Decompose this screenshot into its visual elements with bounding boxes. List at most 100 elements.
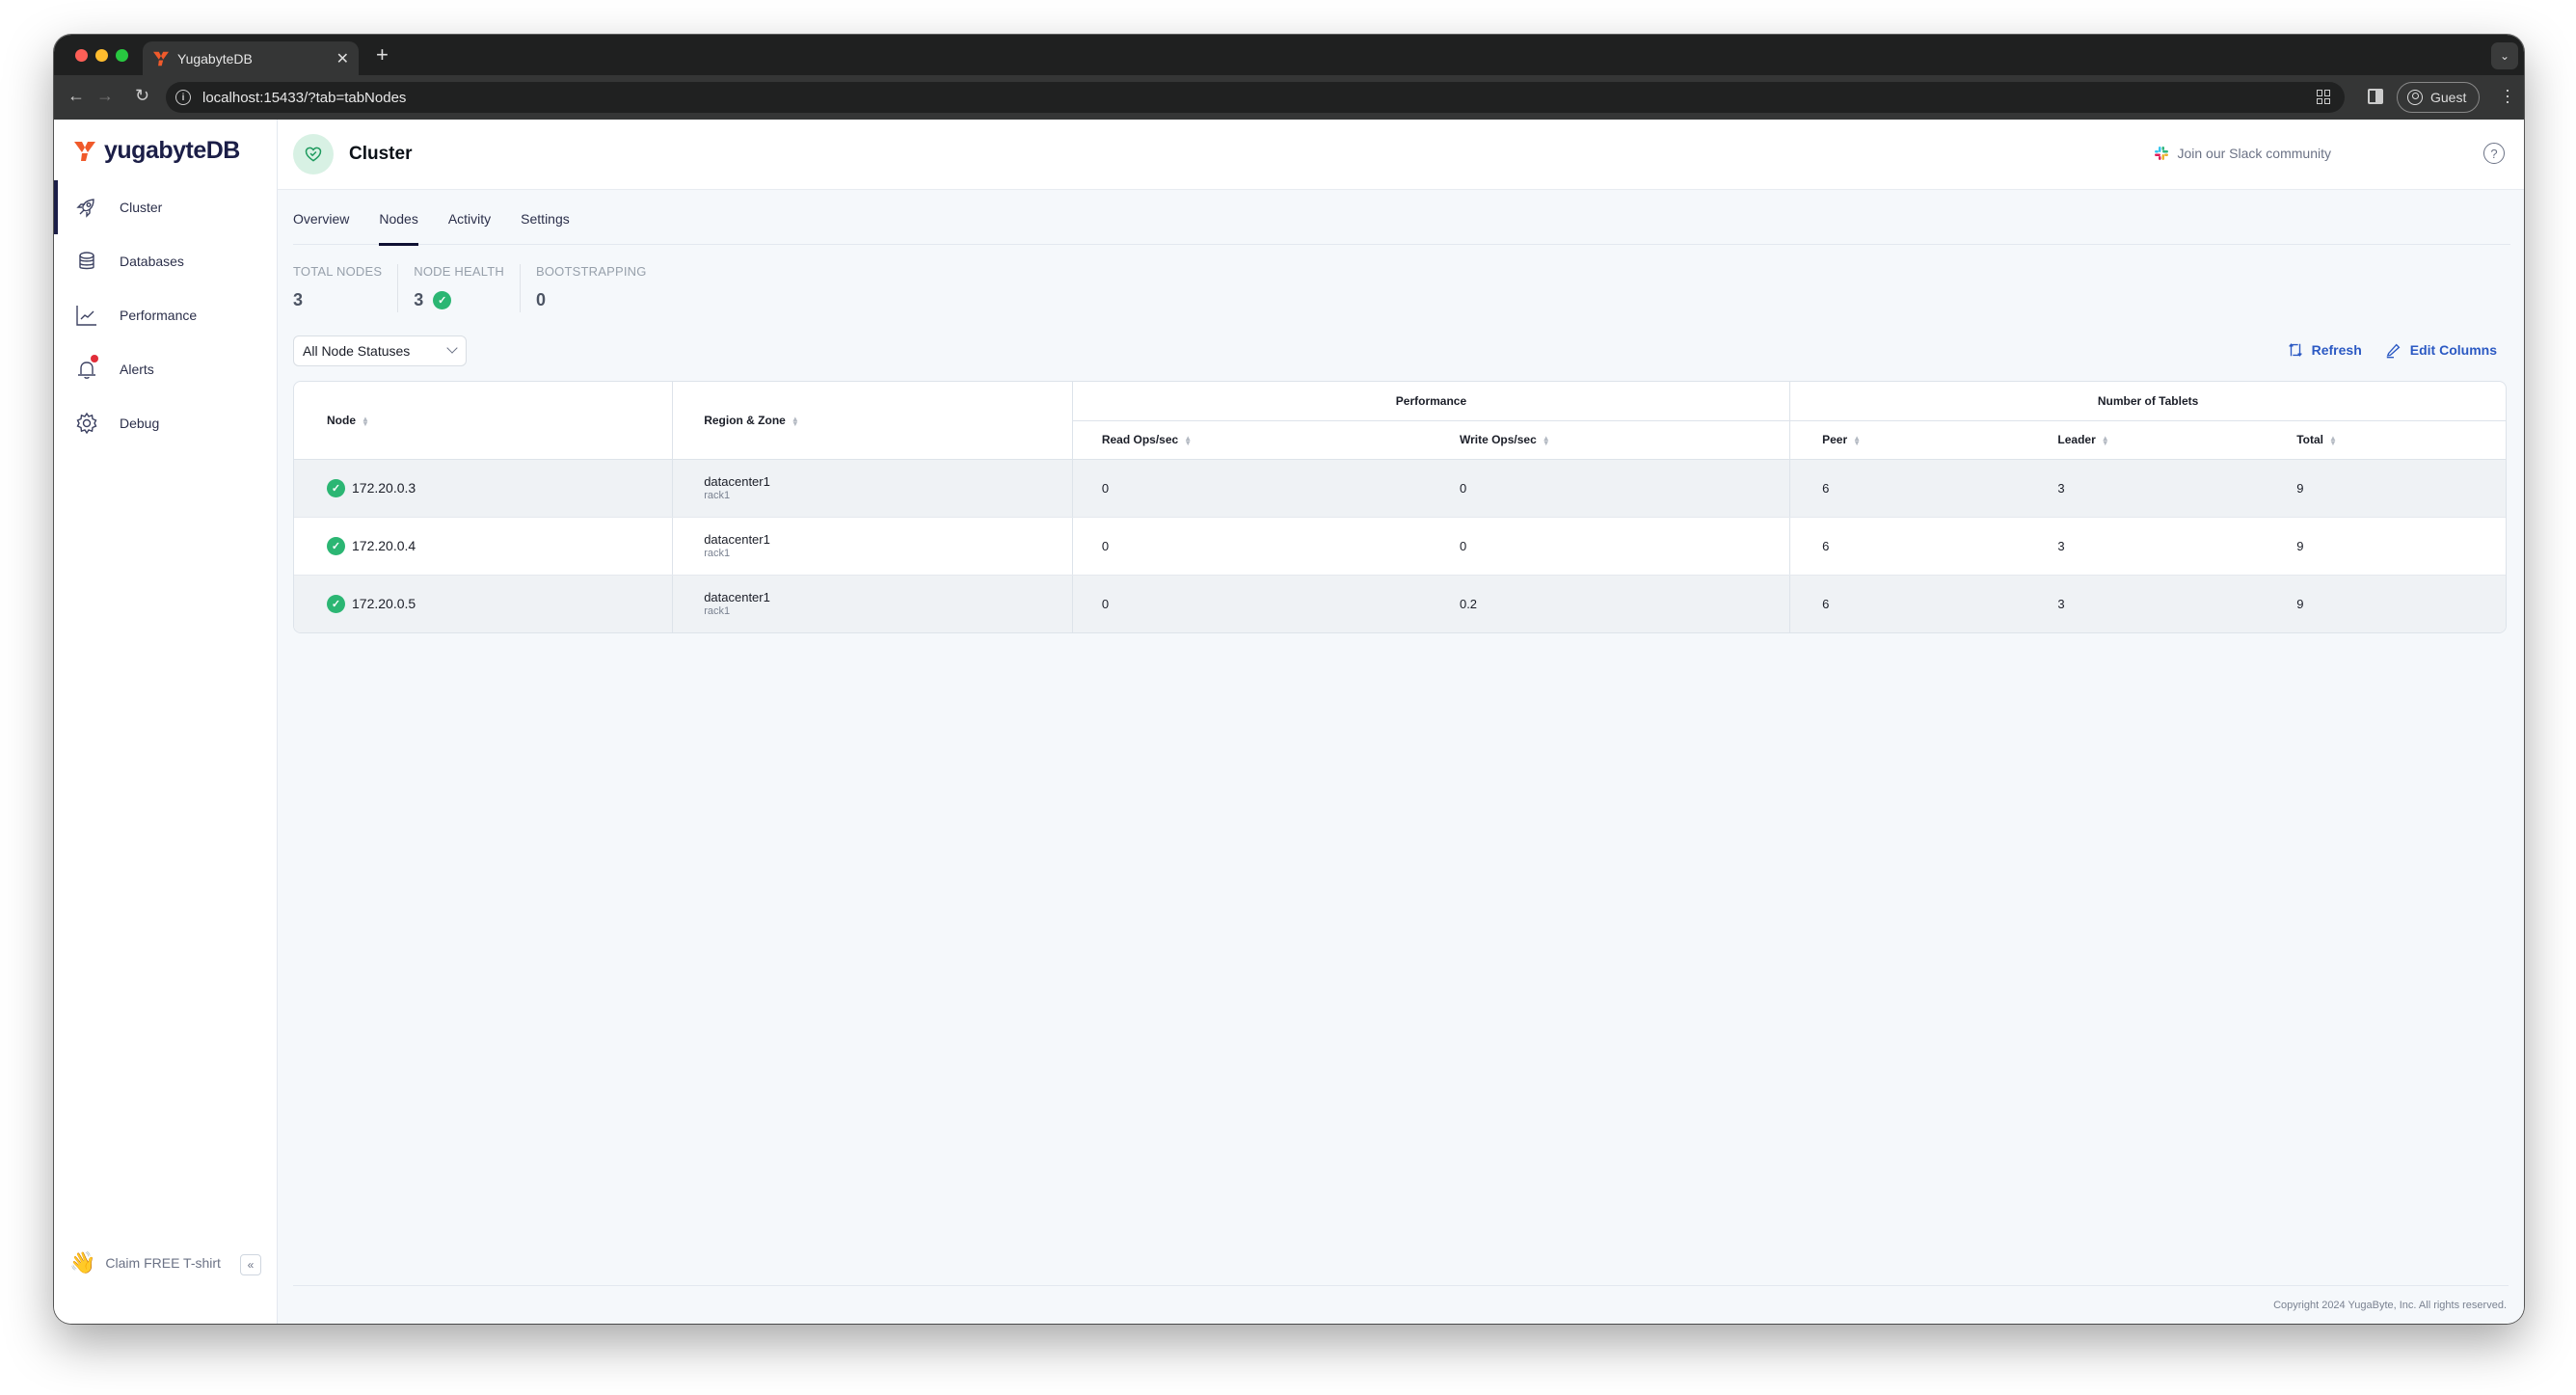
new-tab-button[interactable]: + xyxy=(376,42,389,67)
stat-node-health: NODE HEALTH 3 ✓ xyxy=(414,264,521,312)
column-header-region[interactable]: Region & Zone ▲ ▼ xyxy=(672,382,1073,460)
help-icon[interactable]: ? xyxy=(2483,143,2505,164)
alert-badge xyxy=(91,355,98,362)
column-header-label: Read Ops/sec xyxy=(1101,433,1179,446)
refresh-button[interactable]: Refresh xyxy=(2287,341,2362,359)
tab-settings[interactable]: Settings xyxy=(521,190,570,245)
column-header-label: Total xyxy=(2296,433,2323,446)
table-actions: Refresh Edit Columns xyxy=(2287,341,2497,359)
sidebar-item-performance[interactable]: Performance xyxy=(54,288,277,342)
sort-icon[interactable]: ▲ ▼ xyxy=(1184,434,1192,446)
sidebar-item-label: Alerts xyxy=(120,362,154,377)
back-arrow-icon[interactable]: ← xyxy=(67,86,85,106)
edit-columns-button[interactable]: Edit Columns xyxy=(2385,341,2497,359)
forward-arrow-icon[interactable]: → xyxy=(96,86,114,106)
column-header-label: Leader xyxy=(2057,433,2096,446)
sidebar-item-alerts[interactable]: Alerts xyxy=(54,342,277,396)
close-tab-icon[interactable]: ✕ xyxy=(336,49,349,68)
column-header-leader[interactable]: Leader ▲ ▼ xyxy=(2028,420,2268,460)
check-circle-icon: ✓ xyxy=(327,536,345,555)
browser-tabstrip: YugabyteDB ✕ + ⌄ xyxy=(54,35,2524,75)
node-cell: ✓ 172.20.0.5 xyxy=(294,575,674,632)
zone-name: rack1 xyxy=(704,605,731,618)
read-ops-cell: 0 xyxy=(1072,459,1431,518)
stat-bootstrapping: BOOTSTRAPPING 0 xyxy=(536,264,662,312)
zone-name: rack1 xyxy=(704,490,731,501)
logo[interactable]: yugabyteDB xyxy=(73,137,240,165)
bell-icon xyxy=(75,355,98,381)
table-row[interactable]: ✓ 172.20.0.4 datacenter1 rack1 0 0 6 3 9 xyxy=(294,517,2506,576)
stat-label: TOTAL NODES xyxy=(293,264,383,279)
sort-icon[interactable]: ▲ ▼ xyxy=(2329,434,2337,446)
sidebar-item-debug[interactable]: Debug xyxy=(54,396,277,450)
pencil-icon xyxy=(2386,343,2401,359)
column-header-label: Node xyxy=(327,413,356,427)
minimize-window-button[interactable] xyxy=(95,49,108,62)
sort-icon[interactable]: ▲ ▼ xyxy=(362,415,369,427)
avatar-icon xyxy=(2407,90,2423,105)
region-name: datacenter1 xyxy=(704,532,770,547)
refresh-icon xyxy=(2288,343,2302,357)
stat-label: BOOTSTRAPPING xyxy=(535,264,647,279)
check-circle-icon: ✓ xyxy=(327,594,345,613)
write-ops-cell: 0 xyxy=(1430,517,1791,576)
table-row[interactable]: ✓ 172.20.0.3 datacenter1 rack1 0 0 6 3 9 xyxy=(294,459,2506,518)
page-footer: Copyright 2024 YugaByte, Inc. All rights… xyxy=(293,1285,2509,1324)
url-text[interactable]: localhost:15433/?tab=tabNodes xyxy=(202,90,406,106)
reload-icon[interactable]: ↻ xyxy=(135,86,149,106)
rocket-icon xyxy=(75,196,98,219)
browser-toolbar: ← → ↻ i localhost:15433/?tab=tabNodes Gu… xyxy=(54,75,2524,120)
column-header-write-ops[interactable]: Write Ops/sec ▲ ▼ xyxy=(1430,420,1791,460)
leader-cell: 3 xyxy=(2057,596,2065,611)
qr-code-icon[interactable] xyxy=(2317,90,2331,104)
sidebar-item-label: Debug xyxy=(120,416,160,431)
column-header-label: Write Ops/sec xyxy=(1459,433,1537,446)
browser-menu-icon[interactable]: · · · xyxy=(2505,81,2510,110)
region-name: datacenter1 xyxy=(704,474,770,489)
column-header-total[interactable]: Total ▲ ▼ xyxy=(2267,420,2506,460)
column-header-read-ops[interactable]: Read Ops/sec ▲ ▼ xyxy=(1072,420,1431,460)
total-cell: 9 xyxy=(2267,517,2506,576)
refresh-label: Refresh xyxy=(2311,342,2362,358)
sidebar-item-cluster[interactable]: Cluster xyxy=(54,180,277,234)
read-ops-cell: 0 xyxy=(1101,596,1110,611)
column-header-peer[interactable]: Peer ▲ ▼ xyxy=(1789,420,2029,460)
gear-icon xyxy=(75,412,98,435)
claim-tshirt-link[interactable]: 👋 Claim FREE T-shirt xyxy=(69,1250,221,1275)
yugabyte-favicon-icon xyxy=(153,51,169,66)
node-status-filter[interactable]: All Node Statuses xyxy=(293,335,467,366)
stat-value: 0 xyxy=(535,290,546,309)
maximize-window-button[interactable] xyxy=(116,49,128,62)
table-row[interactable]: ✓ 172.20.0.5 datacenter1 rack1 0 0.2 6 3 9 xyxy=(294,575,2506,632)
stat-total-nodes: TOTAL NODES 3 xyxy=(293,264,399,312)
page-header: Cluster Join our Slack community ? xyxy=(278,120,2524,190)
slack-community-label: Join our Slack community xyxy=(2177,146,2331,161)
sort-icon[interactable]: ▲ ▼ xyxy=(792,415,799,427)
window-controls xyxy=(75,49,128,62)
side-panel-icon[interactable] xyxy=(2368,89,2383,104)
tab-overview[interactable]: Overview xyxy=(293,190,349,245)
tab-search-button[interactable]: ⌄ xyxy=(2491,42,2518,69)
column-header-label: Peer xyxy=(1822,433,1848,446)
column-header-node[interactable]: Node ▲ ▼ xyxy=(294,382,674,460)
close-window-button[interactable] xyxy=(75,49,88,62)
check-circle-icon: ✓ xyxy=(433,291,452,309)
sort-icon[interactable]: ▲ ▼ xyxy=(1543,434,1550,446)
tab-activity[interactable]: Activity xyxy=(448,190,491,245)
sidebar-item-databases[interactable]: Databases xyxy=(54,234,277,288)
sort-icon[interactable]: ▲ ▼ xyxy=(1853,434,1861,446)
copyright-text: Copyright 2024 YugaByte, Inc. All rights… xyxy=(2273,1299,2507,1311)
browser-tab[interactable]: YugabyteDB ✕ xyxy=(143,41,359,75)
group-header-tablets: Number of Tablets xyxy=(1789,382,2506,421)
collapse-sidebar-button[interactable]: « xyxy=(240,1254,261,1275)
claim-tshirt-label: Claim FREE T-shirt xyxy=(105,1255,221,1271)
app-root: yugabyteDB Cluster Databases Performance… xyxy=(54,120,2524,1324)
edit-columns-label: Edit Columns xyxy=(2409,342,2497,358)
site-info-icon[interactable]: i xyxy=(175,90,191,105)
profile-button[interactable]: Guest xyxy=(2397,82,2480,113)
slack-community-link[interactable]: Join our Slack community xyxy=(2154,146,2331,161)
peer-cell: 6 xyxy=(1822,596,1830,611)
sort-icon[interactable]: ▲ ▼ xyxy=(2102,434,2109,446)
tab-nodes[interactable]: Nodes xyxy=(379,190,419,246)
address-bar[interactable]: i localhost:15433/?tab=tabNodes xyxy=(166,82,2345,113)
